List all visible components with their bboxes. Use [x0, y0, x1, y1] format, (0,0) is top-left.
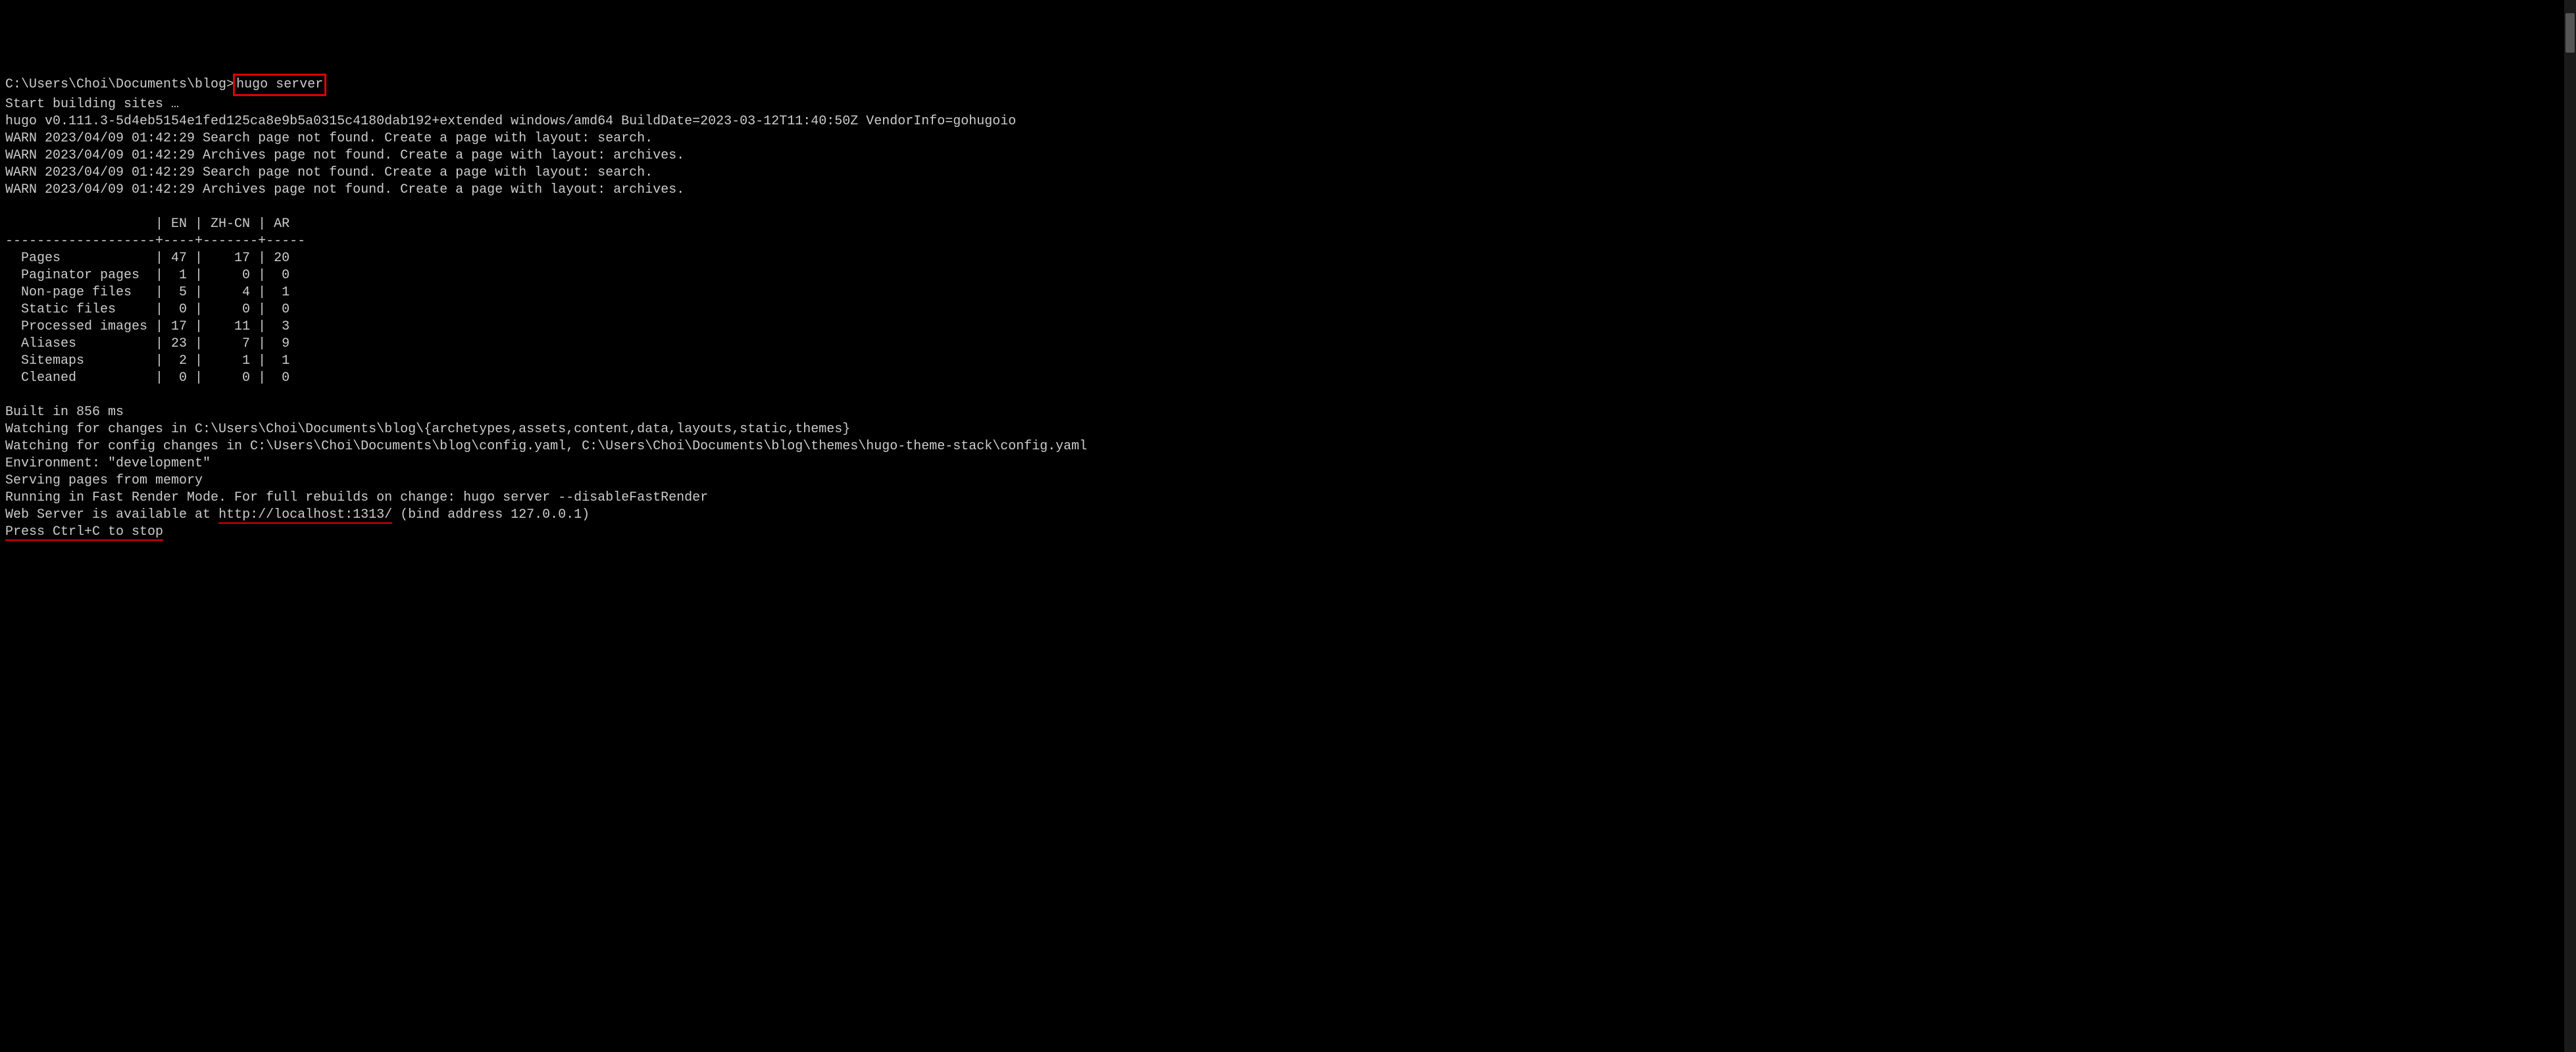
output-web-server-line: Web Server is available at http://localh… [5, 507, 590, 524]
terminal-window[interactable]: C:\Users\Choi\Documents\blog>hugo server… [5, 74, 2571, 541]
table-row: Non-page files | 5 | 4 | 1 [5, 285, 305, 300]
output-warning: WARN 2023/04/09 01:42:29 Archives page n… [5, 148, 684, 163]
output-warning: WARN 2023/04/09 01:42:29 Search page not… [5, 131, 653, 146]
table-row: Paginator pages | 1 | 0 | 0 [5, 268, 305, 283]
output-start-building: Start building sites … [5, 97, 179, 112]
table-row: Cleaned | 0 | 0 | 0 [5, 370, 305, 386]
table-row: Pages | 47 | 17 | 20 [5, 251, 305, 266]
command-highlight-box: hugo server [233, 74, 326, 96]
output-press-ctrl-c: Press Ctrl+C to stop [5, 524, 163, 541]
web-server-prefix: Web Server is available at [5, 507, 218, 522]
table-row: Sitemaps | 2 | 1 | 1 [5, 353, 305, 368]
output-built-in: Built in 856 ms [5, 405, 124, 420]
output-fast-render: Running in Fast Render Mode. For full re… [5, 490, 708, 505]
scrollbar-track[interactable] [2564, 0, 2576, 1052]
web-server-url[interactable]: http://localhost:1313/ [218, 507, 392, 524]
output-serving: Serving pages from memory [5, 473, 203, 488]
command-text: hugo server [236, 77, 323, 92]
table-row: Static files | 0 | 0 | 0 [5, 302, 305, 317]
output-warning: WARN 2023/04/09 01:42:29 Archives page n… [5, 182, 684, 197]
table-header: | EN | ZH-CN | AR [5, 216, 305, 232]
table-divider: -------------------+----+-------+----- [5, 234, 305, 249]
output-watching-changes: Watching for changes in C:\Users\Choi\Do… [5, 422, 850, 437]
output-environment: Environment: "development" [5, 456, 211, 471]
scrollbar-thumb[interactable] [2565, 13, 2575, 53]
output-warning: WARN 2023/04/09 01:42:29 Search page not… [5, 165, 653, 180]
web-server-suffix: (bind address 127.0.0.1) [392, 507, 590, 522]
prompt-path: C:\Users\Choi\Documents\blog> [5, 77, 234, 92]
output-hugo-version: hugo v0.111.3-5d4eb5154e1fed125ca8e9b5a0… [5, 114, 1016, 129]
table-row: Processed images | 17 | 11 | 3 [5, 319, 305, 334]
output-watching-config: Watching for config changes in C:\Users\… [5, 439, 1087, 454]
table-row: Aliases | 23 | 7 | 9 [5, 336, 305, 351]
prompt-line: C:\Users\Choi\Documents\blog>hugo server [5, 77, 326, 92]
